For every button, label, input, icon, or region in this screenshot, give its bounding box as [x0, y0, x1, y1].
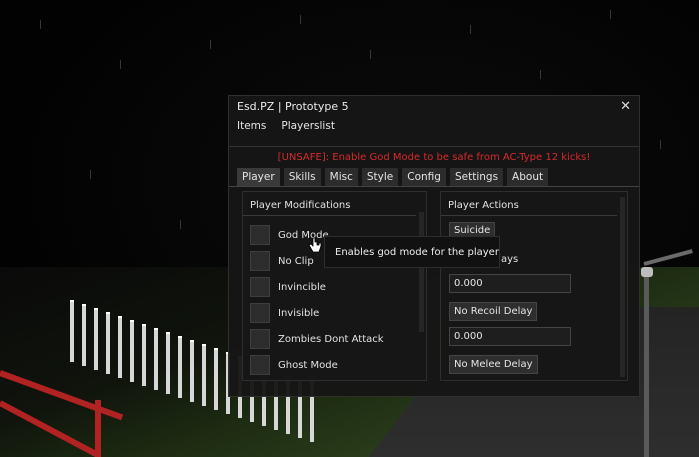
- checkbox[interactable]: [250, 225, 270, 245]
- raindrop: [370, 50, 371, 59]
- option-label: Ghost Mode: [278, 359, 338, 371]
- close-icon[interactable]: ✕: [620, 99, 631, 114]
- tab-settings[interactable]: Settings: [449, 168, 504, 186]
- raindrop: [300, 15, 301, 24]
- tab-content: Player Modifications God Mode No Clip In…: [237, 191, 631, 381]
- fence-post: [202, 344, 206, 406]
- raindrop: [540, 70, 541, 79]
- option-label: Invincible: [278, 281, 326, 293]
- tab-underline: [229, 186, 639, 187]
- tab-config[interactable]: Config: [402, 168, 446, 186]
- tab-misc[interactable]: Misc: [324, 168, 358, 186]
- fence-post: [70, 300, 74, 362]
- panel-title: Player Actions: [441, 192, 617, 216]
- menu-item-playerslist[interactable]: Playerslist: [281, 120, 335, 132]
- fence-post: [178, 336, 182, 398]
- window-title: Esd.PZ | Prototype 5: [237, 99, 349, 113]
- option-invisible[interactable]: Invisible: [250, 300, 426, 326]
- window-titlebar[interactable]: Esd.PZ | Prototype 5 ✕: [229, 96, 639, 116]
- player-actions-panel: Player Actions Suicide ays 0.000 No Reco…: [440, 191, 628, 381]
- hand-cursor-icon: [308, 237, 322, 253]
- tab-about[interactable]: About: [507, 168, 549, 186]
- checkbox[interactable]: [250, 355, 270, 375]
- checkbox[interactable]: [250, 251, 270, 271]
- raindrop: [660, 140, 661, 149]
- option-invincible[interactable]: Invincible: [250, 274, 426, 300]
- tab-skills[interactable]: Skills: [283, 168, 321, 186]
- no-recoil-delay-button[interactable]: No Recoil Delay: [449, 302, 538, 321]
- swing-leg: [95, 400, 101, 457]
- raindrop: [610, 10, 611, 19]
- street-lamp-pole: [644, 268, 649, 457]
- swing-bar: [0, 400, 99, 457]
- tab-style[interactable]: Style: [361, 168, 399, 186]
- scrollbar[interactable]: [620, 197, 625, 377]
- player-modifications-panel: Player Modifications God Mode No Clip In…: [242, 191, 427, 381]
- god-mode-tooltip: Enables god mode for the player: [324, 236, 500, 268]
- fence-post: [154, 328, 158, 390]
- delays-label-text: ays: [501, 254, 519, 265]
- option-zombies-dont-attack[interactable]: Zombies Dont Attack: [250, 326, 426, 352]
- menubar: Items Playerslist: [229, 116, 639, 136]
- menu-item-items[interactable]: Items: [237, 120, 266, 132]
- raindrop: [40, 20, 41, 29]
- scrollbar[interactable]: [419, 212, 424, 332]
- fence-post: [190, 340, 194, 402]
- no-melee-delay-button[interactable]: No Melee Delay: [449, 355, 538, 374]
- melee-delay-input[interactable]: 0.000: [449, 327, 571, 346]
- recoil-delay-input[interactable]: 0.000: [449, 274, 571, 293]
- option-label: Invisible: [278, 307, 320, 319]
- red-swing-set: [0, 360, 140, 457]
- raindrop: [120, 60, 121, 69]
- fence-post: [214, 348, 218, 410]
- warning-text: [UNSAFE]: Enable God Mode to be safe fro…: [277, 152, 591, 163]
- raindrop: [210, 40, 211, 49]
- checkbox[interactable]: [250, 329, 270, 349]
- raindrop: [180, 220, 181, 229]
- tab-bar: Player Skills Misc Style Config Settings…: [229, 168, 639, 186]
- street-lamp-head: [641, 267, 653, 277]
- checkbox[interactable]: [250, 303, 270, 323]
- raindrop: [470, 25, 471, 34]
- raindrop: [90, 170, 91, 179]
- fence-post: [166, 332, 170, 394]
- tab-player[interactable]: Player: [237, 168, 280, 186]
- option-label: No Clip: [278, 255, 314, 267]
- option-label: Zombies Dont Attack: [278, 333, 384, 345]
- menu-divider: [229, 136, 639, 147]
- option-ghost-mode[interactable]: Ghost Mode: [250, 352, 426, 378]
- fence-post: [82, 304, 86, 366]
- fence-post: [142, 324, 146, 386]
- panel-title: Player Modifications: [243, 192, 416, 216]
- checkbox[interactable]: [250, 277, 270, 297]
